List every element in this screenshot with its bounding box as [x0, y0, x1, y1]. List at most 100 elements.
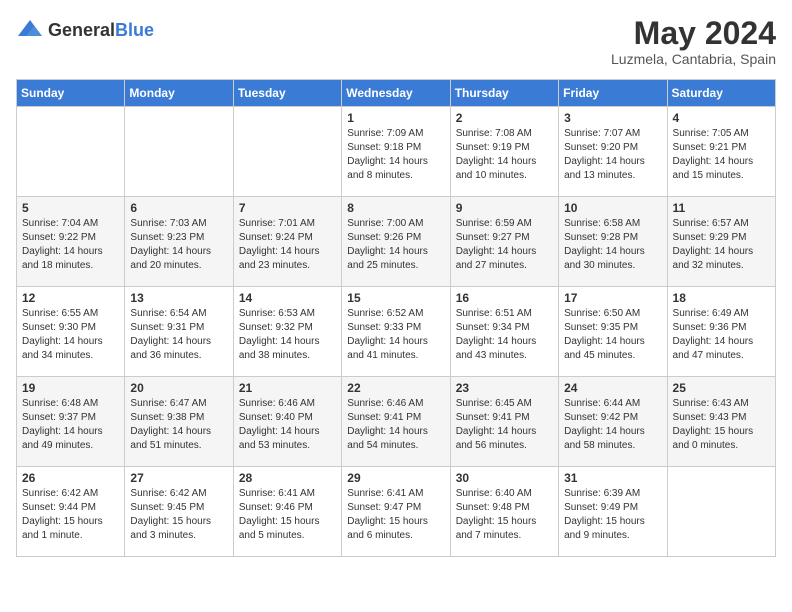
page-header: GeneralBlue May 2024 Luzmela, Cantabria,…: [16, 16, 776, 67]
day-number: 18: [673, 291, 770, 305]
calendar-cell: 20 Sunrise: 6:47 AMSunset: 9:38 PMDayligh…: [125, 377, 233, 467]
day-info: Sunrise: 6:55 AMSunset: 9:30 PMDaylight:…: [22, 307, 119, 363]
calendar-cell: [667, 467, 775, 557]
calendar-cell: 3 Sunrise: 7:07 AMSunset: 9:20 PMDaylight…: [559, 107, 667, 197]
day-number: 21: [239, 381, 336, 395]
calendar-cell: 23 Sunrise: 6:45 AMSunset: 9:41 PMDayligh…: [450, 377, 558, 467]
day-info: Sunrise: 6:59 AMSunset: 9:27 PMDaylight:…: [456, 217, 553, 273]
day-info: Sunrise: 6:54 AMSunset: 9:31 PMDaylight:…: [130, 307, 227, 363]
calendar-cell: 4Sunrise: 7:05 AMSunset: 9:21 PMDaylight…: [667, 107, 775, 197]
calendar-cell: 10 Sunrise: 6:58 AMSunset: 9:28 PMDayligh…: [559, 197, 667, 287]
day-info: Sunrise: 6:48 AMSunset: 9:37 PMDaylight:…: [22, 397, 119, 453]
day-number: 10: [564, 201, 661, 215]
weekday-header-wednesday: Wednesday: [342, 80, 450, 107]
calendar-cell: 19 Sunrise: 6:48 AMSunset: 9:37 PMDayligh…: [17, 377, 125, 467]
calendar-cell: 9Sunrise: 6:59 AMSunset: 9:27 PMDaylight…: [450, 197, 558, 287]
calendar-cell: 22 Sunrise: 6:46 AMSunset: 9:41 PMDayligh…: [342, 377, 450, 467]
logo: GeneralBlue: [16, 16, 154, 44]
weekday-header-sunday: Sunday: [17, 80, 125, 107]
day-number: 16: [456, 291, 553, 305]
weekday-header-friday: Friday: [559, 80, 667, 107]
day-info: Sunrise: 6:52 AMSunset: 9:33 PMDaylight:…: [347, 307, 444, 363]
day-number: 24: [564, 381, 661, 395]
day-number: 22: [347, 381, 444, 395]
calendar-cell: 26Sunrise: 6:42 AMSunset: 9:44 PMDayligh…: [17, 467, 125, 557]
day-number: 4: [673, 111, 770, 125]
day-number: 5: [22, 201, 119, 215]
day-number: 30: [456, 471, 553, 485]
day-number: 2: [456, 111, 553, 125]
day-info: Sunrise: 6:50 AMSunset: 9:35 PMDaylight:…: [564, 307, 661, 363]
weekday-header-thursday: Thursday: [450, 80, 558, 107]
calendar-week-row: 5 Sunrise: 7:04 AMSunset: 9:22 PMDaylight…: [17, 197, 776, 287]
calendar-cell: 14Sunrise: 6:53 AMSunset: 9:32 PMDayligh…: [233, 287, 341, 377]
day-number: 28: [239, 471, 336, 485]
calendar-table: SundayMondayTuesdayWednesdayThursdayFrid…: [16, 79, 776, 557]
header-right: May 2024 Luzmela, Cantabria, Spain: [611, 16, 776, 67]
day-number: 23: [456, 381, 553, 395]
day-number: 11: [673, 201, 770, 215]
calendar-cell: 16 Sunrise: 6:51 AMSunset: 9:34 PMDayligh…: [450, 287, 558, 377]
calendar-cell: 24 Sunrise: 6:44 AMSunset: 9:42 PMDayligh…: [559, 377, 667, 467]
calendar-cell: 2Sunrise: 7:08 AMSunset: 9:19 PMDaylight…: [450, 107, 558, 197]
day-number: 13: [130, 291, 227, 305]
calendar-cell: 28 Sunrise: 6:41 AMSunset: 9:46 PMDayligh…: [233, 467, 341, 557]
generalblue-logo-icon: [16, 16, 44, 44]
day-info: Sunrise: 7:01 AMSunset: 9:24 PMDaylight:…: [239, 217, 336, 273]
calendar-week-row: 12 Sunrise: 6:55 AMSunset: 9:30 PMDayligh…: [17, 287, 776, 377]
calendar-cell: [233, 107, 341, 197]
day-info: Sunrise: 6:43 AMSunset: 9:43 PMDaylight:…: [673, 397, 770, 453]
calendar-cell: 27 Sunrise: 6:42 AMSunset: 9:45 PMDayligh…: [125, 467, 233, 557]
day-info: Sunrise: 6:47 AMSunset: 9:38 PMDaylight:…: [130, 397, 227, 453]
day-info: Sunrise: 6:57 AMSunset: 9:29 PMDaylight:…: [673, 217, 770, 273]
day-info: Sunrise: 7:00 AMSunset: 9:26 PMDaylight:…: [347, 217, 444, 273]
day-info: Sunrise: 6:40 AMSunset: 9:48 PMDaylight:…: [456, 487, 553, 543]
day-info: Sunrise: 6:45 AMSunset: 9:41 PMDaylight:…: [456, 397, 553, 453]
calendar-cell: 11 Sunrise: 6:57 AMSunset: 9:29 PMDayligh…: [667, 197, 775, 287]
month-title: May 2024: [611, 16, 776, 51]
day-number: 3: [564, 111, 661, 125]
day-info: Sunrise: 6:51 AMSunset: 9:34 PMDaylight:…: [456, 307, 553, 363]
day-number: 7: [239, 201, 336, 215]
day-info: Sunrise: 6:46 AMSunset: 9:41 PMDaylight:…: [347, 397, 444, 453]
day-number: 15: [347, 291, 444, 305]
day-info: Sunrise: 6:41 AMSunset: 9:46 PMDaylight:…: [239, 487, 336, 543]
day-info: Sunrise: 6:58 AMSunset: 9:28 PMDaylight:…: [564, 217, 661, 273]
calendar-cell: 7 Sunrise: 7:01 AMSunset: 9:24 PMDaylight…: [233, 197, 341, 287]
day-info: Sunrise: 6:42 AMSunset: 9:44 PMDaylight:…: [22, 487, 119, 543]
calendar-cell: 6Sunrise: 7:03 AMSunset: 9:23 PMDaylight…: [125, 197, 233, 287]
day-info: Sunrise: 6:39 AMSunset: 9:49 PMDaylight:…: [564, 487, 661, 543]
day-number: 20: [130, 381, 227, 395]
calendar-cell: [125, 107, 233, 197]
logo-text-blue: Blue: [115, 20, 154, 40]
calendar-cell: [17, 107, 125, 197]
calendar-week-row: 26Sunrise: 6:42 AMSunset: 9:44 PMDayligh…: [17, 467, 776, 557]
weekday-header-tuesday: Tuesday: [233, 80, 341, 107]
day-number: 31: [564, 471, 661, 485]
calendar-cell: 21Sunrise: 6:46 AMSunset: 9:40 PMDayligh…: [233, 377, 341, 467]
weekday-header-monday: Monday: [125, 80, 233, 107]
day-info: Sunrise: 6:44 AMSunset: 9:42 PMDaylight:…: [564, 397, 661, 453]
calendar-cell: 1 Sunrise: 7:09 AMSunset: 9:18 PMDaylight…: [342, 107, 450, 197]
calendar-cell: 12 Sunrise: 6:55 AMSunset: 9:30 PMDayligh…: [17, 287, 125, 377]
day-info: Sunrise: 7:07 AMSunset: 9:20 PMDaylight:…: [564, 127, 661, 183]
day-number: 1: [347, 111, 444, 125]
calendar-week-row: 1 Sunrise: 7:09 AMSunset: 9:18 PMDaylight…: [17, 107, 776, 197]
calendar-week-row: 19 Sunrise: 6:48 AMSunset: 9:37 PMDayligh…: [17, 377, 776, 467]
location: Luzmela, Cantabria, Spain: [611, 51, 776, 67]
day-info: Sunrise: 6:49 AMSunset: 9:36 PMDaylight:…: [673, 307, 770, 363]
day-number: 17: [564, 291, 661, 305]
day-info: Sunrise: 7:04 AMSunset: 9:22 PMDaylight:…: [22, 217, 119, 273]
day-info: Sunrise: 6:41 AMSunset: 9:47 PMDaylight:…: [347, 487, 444, 543]
day-number: 19: [22, 381, 119, 395]
calendar-cell: 25Sunrise: 6:43 AMSunset: 9:43 PMDayligh…: [667, 377, 775, 467]
day-info: Sunrise: 7:09 AMSunset: 9:18 PMDaylight:…: [347, 127, 444, 183]
calendar-cell: 30 Sunrise: 6:40 AMSunset: 9:48 PMDayligh…: [450, 467, 558, 557]
day-number: 12: [22, 291, 119, 305]
day-number: 27: [130, 471, 227, 485]
calendar-cell: 18 Sunrise: 6:49 AMSunset: 9:36 PMDayligh…: [667, 287, 775, 377]
calendar-cell: 13 Sunrise: 6:54 AMSunset: 9:31 PMDayligh…: [125, 287, 233, 377]
day-info: Sunrise: 6:53 AMSunset: 9:32 PMDaylight:…: [239, 307, 336, 363]
weekday-header-saturday: Saturday: [667, 80, 775, 107]
day-info: Sunrise: 6:42 AMSunset: 9:45 PMDaylight:…: [130, 487, 227, 543]
